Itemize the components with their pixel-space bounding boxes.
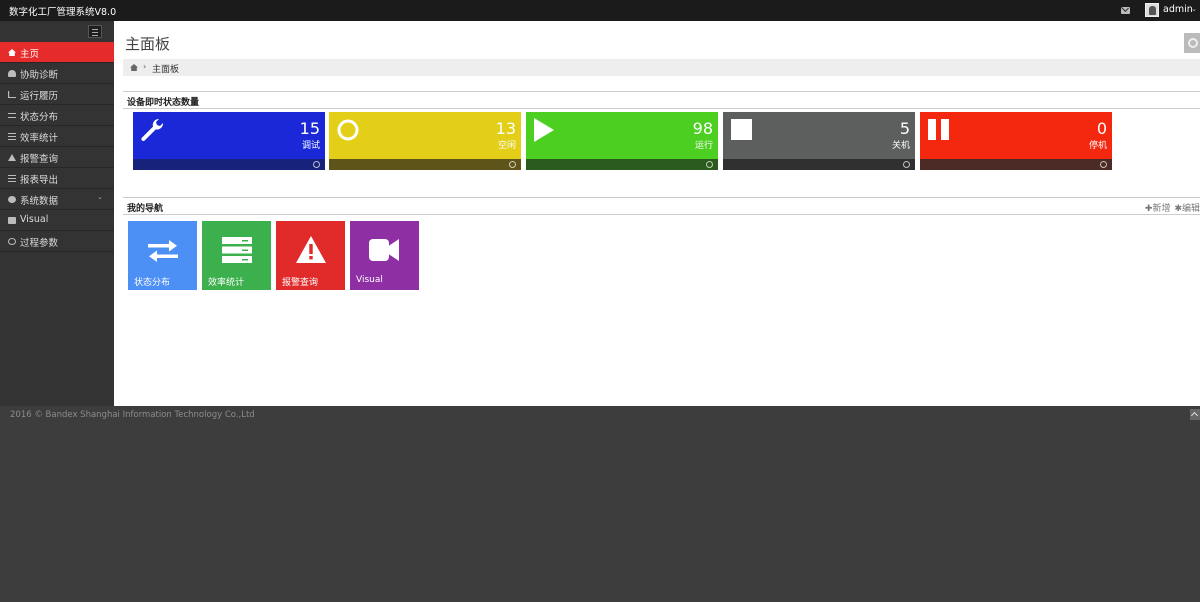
status-tile-debug[interactable]: 15 调试 bbox=[133, 112, 325, 170]
status-tile-stopped[interactable]: 0 停机 bbox=[920, 112, 1112, 170]
tile-footer[interactable] bbox=[723, 159, 915, 170]
nav-tile-label: 效率统计 bbox=[208, 278, 245, 288]
status-count: 5 bbox=[899, 119, 910, 138]
chart-icon bbox=[8, 91, 16, 98]
top-header: 数字化工厂管理系统V8.0 admin ⌄ bbox=[0, 0, 1200, 21]
nav-tile-label: 状态分布 bbox=[134, 278, 171, 288]
video-camera-icon bbox=[369, 239, 399, 261]
sidebar-item-report-export[interactable]: 报表导出 bbox=[0, 168, 114, 189]
swap-icon bbox=[8, 113, 16, 118]
tile-footer[interactable] bbox=[920, 159, 1112, 170]
stop-icon bbox=[731, 119, 752, 140]
status-count: 15 bbox=[299, 119, 320, 138]
arrow-circle-icon bbox=[1100, 161, 1107, 168]
pause-icon bbox=[928, 119, 949, 140]
tile-footer[interactable] bbox=[329, 159, 521, 170]
copyright-text: 2016 © Bandex Shanghai Information Techn… bbox=[10, 410, 255, 420]
sidebar-item-efficiency[interactable]: 效率统计 bbox=[0, 126, 114, 147]
refresh-icon bbox=[8, 238, 16, 245]
play-icon bbox=[534, 118, 554, 142]
home-icon bbox=[8, 49, 16, 56]
main-content: 主面板 › 主面板 设备即时状态数量 15 调试 13 空闲 98 运行 5 关… bbox=[114, 21, 1200, 406]
sidebar-item-label: 报警查询 bbox=[20, 154, 59, 165]
mail-icon[interactable] bbox=[1121, 7, 1130, 14]
sidebar-item-home[interactable]: 主页 bbox=[0, 42, 114, 63]
arrow-circle-icon bbox=[509, 161, 516, 168]
tile-footer[interactable] bbox=[526, 159, 718, 170]
status-label: 调试 bbox=[301, 141, 320, 151]
wrench-icon bbox=[141, 118, 164, 141]
app-title: 数字化工厂管理系统V8.0 bbox=[9, 7, 117, 18]
sidebar-item-label: 系统数据 bbox=[20, 196, 59, 207]
page-footer: 2016 © Bandex Shanghai Information Techn… bbox=[0, 406, 1200, 602]
cogs-icon bbox=[8, 196, 16, 203]
nav-tile-label: Visual bbox=[356, 275, 383, 285]
sidebar-item-label: 效率统计 bbox=[20, 133, 59, 144]
arrow-circle-icon bbox=[903, 161, 910, 168]
sidebar-item-label: 过程参数 bbox=[20, 238, 59, 249]
exchange-arrows-icon bbox=[148, 240, 178, 262]
breadcrumb-current: 主面板 bbox=[152, 65, 180, 75]
sidebar-item-label: 运行履历 bbox=[20, 91, 59, 102]
nav-section-title: 我的导航 bbox=[127, 204, 164, 214]
sidebar-item-run-history[interactable]: 运行履历 bbox=[0, 84, 114, 105]
tile-footer[interactable] bbox=[133, 159, 325, 170]
status-tile-running[interactable]: 98 运行 bbox=[526, 112, 718, 170]
status-section-title: 设备即时状态数量 bbox=[127, 98, 200, 108]
status-label: 空闲 bbox=[497, 141, 516, 151]
user-menu-name[interactable]: admin bbox=[1163, 4, 1193, 15]
nav-section-header: 我的导航 ✚新增 ✱编辑 bbox=[123, 197, 1200, 215]
sidebar: 主页 协助诊断 运行履历 状态分布 效率统计 报警查询 报表导出 系统数据 ⌄ … bbox=[0, 21, 114, 406]
nav-tile-visual[interactable]: Visual bbox=[350, 221, 419, 290]
sidebar-item-diagnosis[interactable]: 协助诊断 bbox=[0, 63, 114, 84]
chevron-down-icon: ⌄ bbox=[97, 193, 103, 201]
sidebar-item-label: 状态分布 bbox=[20, 112, 59, 123]
warning-icon bbox=[296, 236, 326, 263]
sidebar-item-visual[interactable]: Visual bbox=[0, 210, 114, 231]
status-section-header: 设备即时状态数量 bbox=[123, 91, 1200, 109]
nav-tile-label: 报警查询 bbox=[282, 278, 319, 288]
edit-nav-button[interactable]: ✱编辑 bbox=[1174, 204, 1200, 214]
list-icon bbox=[8, 133, 16, 140]
circle-icon bbox=[337, 119, 359, 141]
status-count: 98 bbox=[692, 119, 713, 138]
user-avatar[interactable] bbox=[1145, 3, 1159, 17]
video-camera-icon bbox=[8, 217, 16, 224]
sidebar-item-label: 协助诊断 bbox=[20, 70, 59, 81]
nav-tile-status-distribution[interactable]: 状态分布 bbox=[128, 221, 197, 290]
sidebar-item-system-data[interactable]: 系统数据 ⌄ bbox=[0, 189, 114, 210]
gear-icon bbox=[1188, 38, 1198, 48]
sidebar-item-status-distribution[interactable]: 状态分布 bbox=[0, 105, 114, 126]
warning-icon bbox=[8, 154, 16, 161]
scroll-to-top-button[interactable] bbox=[1190, 409, 1200, 420]
sidebar-item-label: Visual bbox=[20, 214, 49, 225]
chevron-down-icon[interactable]: ⌄ bbox=[1191, 5, 1197, 13]
page-title: 主面板 bbox=[125, 35, 171, 53]
status-count: 13 bbox=[495, 119, 516, 138]
add-nav-button[interactable]: ✚新增 bbox=[1145, 204, 1171, 214]
status-count: 0 bbox=[1096, 119, 1107, 138]
cloud-icon bbox=[8, 70, 16, 77]
breadcrumb-separator: › bbox=[143, 62, 147, 71]
nav-tile-alarm-query[interactable]: 报警查询 bbox=[276, 221, 345, 290]
status-tile-shutdown[interactable]: 5 关机 bbox=[723, 112, 915, 170]
sidebar-item-process-params[interactable]: 过程参数 bbox=[0, 231, 114, 252]
status-label: 停机 bbox=[1088, 141, 1107, 151]
status-label: 运行 bbox=[694, 141, 713, 151]
sidebar-toggle-button[interactable] bbox=[88, 25, 102, 38]
nav-tile-efficiency[interactable]: 效率统计 bbox=[202, 221, 271, 290]
status-tile-idle[interactable]: 13 空闲 bbox=[329, 112, 521, 170]
home-icon[interactable] bbox=[130, 64, 138, 71]
sidebar-item-label: 报表导出 bbox=[20, 175, 59, 186]
breadcrumb: › 主面板 bbox=[123, 59, 1200, 76]
status-label: 关机 bbox=[891, 141, 910, 151]
sidebar-item-label: 主页 bbox=[20, 49, 40, 60]
arrow-circle-icon bbox=[706, 161, 713, 168]
server-list-icon bbox=[222, 237, 252, 263]
sidebar-item-alarm-query[interactable]: 报警查询 bbox=[0, 147, 114, 168]
settings-button[interactable] bbox=[1184, 33, 1200, 53]
list-icon bbox=[8, 175, 16, 182]
arrow-circle-icon bbox=[313, 161, 320, 168]
nav-actions: ✚新增 ✱编辑 bbox=[1141, 201, 1200, 214]
